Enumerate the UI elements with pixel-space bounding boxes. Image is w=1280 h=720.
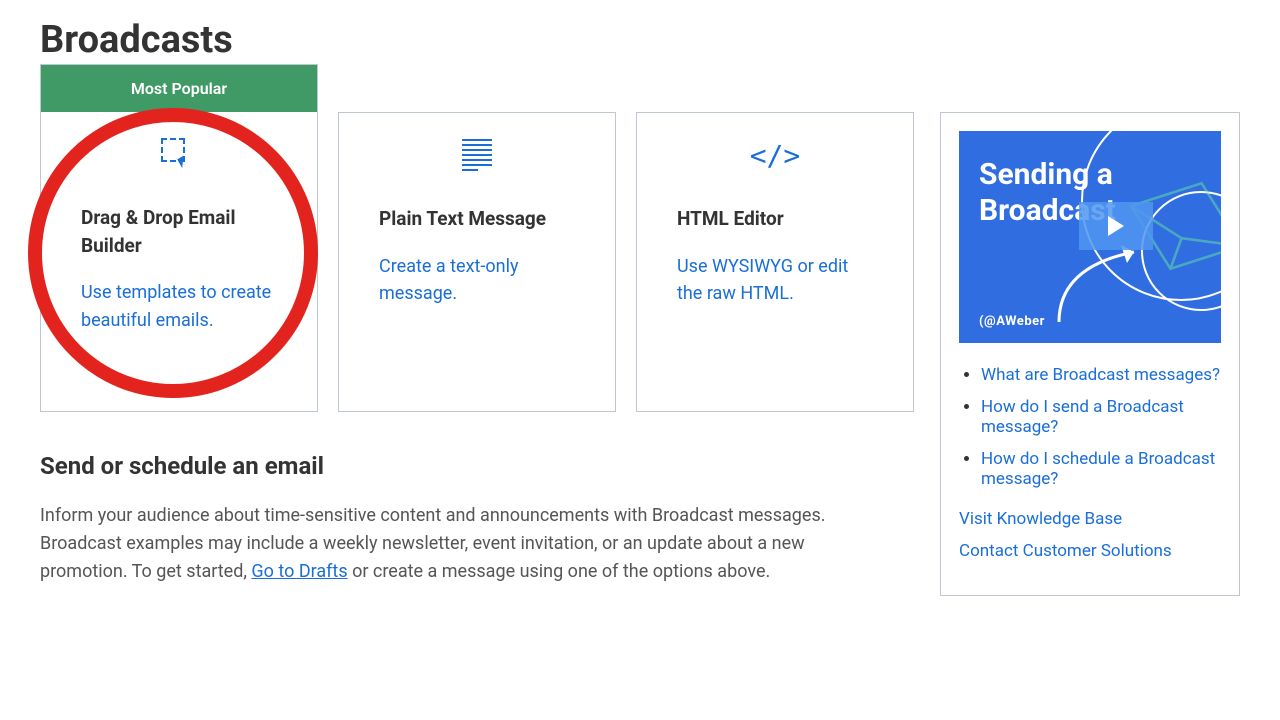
help-link[interactable]: What are Broadcast messages? xyxy=(981,365,1220,385)
go-to-drafts-link[interactable]: Go to Drafts xyxy=(251,561,347,582)
builder-options: Most Popular Drag & Drop Email Builder U… xyxy=(40,112,914,586)
help-links: Visit Knowledge Base Contact Customer So… xyxy=(959,509,1221,561)
help-link[interactable]: How do I send a Broadcast message? xyxy=(981,397,1184,437)
card-title: Drag & Drop Email Builder xyxy=(81,204,277,259)
help-sidebar: Sending a Broadcast (@AWeber xyxy=(940,112,1240,596)
knowledge-base-link[interactable]: Visit Knowledge Base xyxy=(959,509,1221,529)
html-icon: </> xyxy=(750,139,801,179)
page-title: Broadcasts xyxy=(40,18,1240,62)
section-text-after: or create a message using one of the opt… xyxy=(348,561,771,582)
send-schedule-section: Send or schedule an email Inform your au… xyxy=(40,452,914,586)
section-text: Inform your audience about time-sensitiv… xyxy=(40,502,880,586)
help-link[interactable]: How do I schedule a Broadcast message? xyxy=(981,449,1215,489)
help-article-list: What are Broadcast messages? How do I se… xyxy=(959,365,1221,489)
list-item: How do I send a Broadcast message? xyxy=(981,397,1221,437)
card-html-editor[interactable]: </> HTML Editor Use WYSIWYG or edit the … xyxy=(636,112,914,412)
contact-support-link[interactable]: Contact Customer Solutions xyxy=(959,541,1221,561)
card-description: Use WYSIWYG or edit the raw HTML. xyxy=(677,253,873,309)
video-thumbnail[interactable]: Sending a Broadcast (@AWeber xyxy=(959,131,1221,343)
card-description: Create a text-only message. xyxy=(379,253,575,309)
card-title: Plain Text Message xyxy=(379,205,575,233)
list-item: How do I schedule a Broadcast message? xyxy=(981,449,1221,489)
card-description: Use templates to create beautiful emails… xyxy=(81,279,277,335)
plain-text-icon xyxy=(462,139,492,179)
brand-label: (@AWeber xyxy=(979,314,1045,329)
play-icon xyxy=(1079,202,1153,250)
drag-drop-icon xyxy=(161,138,197,178)
section-heading: Send or schedule an email xyxy=(40,452,914,480)
card-title: HTML Editor xyxy=(677,205,873,233)
most-popular-badge: Most Popular xyxy=(41,65,317,112)
card-drag-drop[interactable]: Most Popular Drag & Drop Email Builder U… xyxy=(40,64,318,412)
list-item: What are Broadcast messages? xyxy=(981,365,1221,385)
card-plain-text[interactable]: Plain Text Message Create a text-only me… xyxy=(338,112,616,412)
